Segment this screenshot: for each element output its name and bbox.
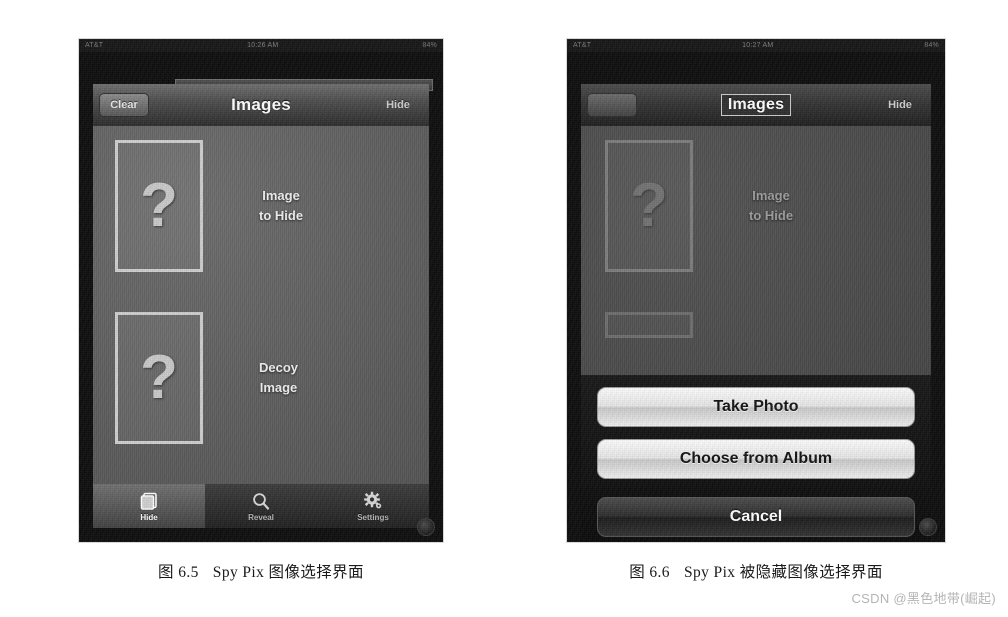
question-mark-icon: ? (140, 171, 178, 240)
image-to-hide-label-line2: to Hide (259, 208, 304, 223)
hide-button[interactable]: Hide (875, 93, 925, 117)
hide-button[interactable]: Hide (373, 93, 423, 117)
tab-bar: Hide Reveal Settings (93, 484, 429, 528)
question-mark-icon: ? (140, 343, 178, 412)
tab-settings[interactable]: Settings (317, 484, 429, 528)
decoy-image-thumbnail[interactable]: ? (115, 312, 203, 444)
status-time: 10:27 AM (742, 42, 774, 49)
figure-number: 图 6.6 (629, 564, 670, 581)
status-time: 10:26 AM (247, 42, 279, 49)
action-sheet: Take Photo Choose from Album Cancel (581, 375, 931, 542)
image-to-hide-thumbnail[interactable]: ? (605, 140, 693, 272)
decoy-image-label: Decoy Image (259, 358, 298, 398)
status-carrier: AT&T (573, 42, 592, 49)
figure-caption-right: 图 6.6 Spy Pix 被隐藏图像选择界面 (566, 560, 946, 582)
page-title: Images (720, 94, 792, 116)
status-carrier: AT&T (85, 42, 104, 49)
tab-hide[interactable]: Hide (93, 484, 205, 528)
image-to-hide-slot[interactable]: ? Image to Hide (605, 140, 793, 272)
content-area: ? Image to Hide ? Decoy Image (93, 126, 429, 487)
image-to-hide-thumbnail[interactable]: ? (115, 140, 203, 272)
status-bar: AT&T 10:27 AM 84% (567, 39, 945, 52)
clear-button[interactable] (587, 93, 637, 117)
figure-number: 图 6.5 (158, 564, 199, 581)
home-button[interactable] (919, 518, 937, 536)
figure-caption-left: 图 6.5 Spy Pix 图像选择界面 (78, 560, 444, 582)
figure-caption-text: Spy Pix 被隐藏图像选择界面 (683, 564, 883, 581)
image-to-hide-label: Image to Hide (749, 186, 793, 226)
decoy-image-slot[interactable]: ? Decoy Image (115, 312, 298, 444)
figure-caption-text: Spy Pix 图像选择界面 (212, 564, 364, 581)
home-button[interactable] (417, 518, 435, 536)
choose-from-album-button[interactable]: Choose from Album (589, 435, 923, 485)
tab-hide-label: Hide (140, 512, 158, 522)
nav-bar: Clear Images Hide (93, 84, 429, 126)
take-photo-button[interactable]: Take Photo (589, 383, 923, 433)
gear-icon (363, 491, 383, 511)
decoy-image-label-line1: Decoy (259, 359, 299, 375)
status-battery: 84% (422, 42, 437, 49)
status-battery: 84% (924, 42, 939, 49)
image-to-hide-label-line1: Image (262, 187, 300, 203)
image-to-hide-label: Image to Hide (259, 186, 303, 226)
tab-settings-label: Settings (357, 512, 389, 522)
csdn-watermark: CSDN @黑色地带(崛起) (851, 591, 996, 606)
phone-screenshot-right: AT&T 10:27 AM 84% Images Hide ? Image to… (566, 38, 946, 543)
question-mark-icon: ? (630, 171, 668, 240)
image-to-hide-label-line2: to Hide (749, 208, 794, 223)
image-to-hide-label-line1: Image (752, 187, 790, 203)
layers-icon (139, 491, 159, 511)
cancel-button[interactable]: Cancel (597, 497, 915, 537)
status-bar: AT&T 10:26 AM 84% (79, 39, 443, 52)
image-to-hide-slot[interactable]: ? Image to Hide (115, 140, 303, 272)
decoy-image-label-line2: Image (259, 380, 298, 395)
tab-reveal[interactable]: Reveal (205, 484, 317, 528)
phone-screenshot-left: AT&T 10:26 AM 84% Clear Images Hide ? Im… (78, 38, 444, 543)
tab-reveal-label: Reveal (248, 512, 274, 522)
magnifier-icon (251, 491, 271, 511)
clear-button[interactable]: Clear (99, 93, 149, 117)
page-root: AT&T 10:26 AM 84% Clear Images Hide ? Im… (0, 0, 1008, 617)
page-title: Images (231, 95, 291, 114)
nav-bar: Images Hide (581, 84, 931, 126)
decoy-image-thumbnail-partial[interactable] (605, 312, 693, 338)
